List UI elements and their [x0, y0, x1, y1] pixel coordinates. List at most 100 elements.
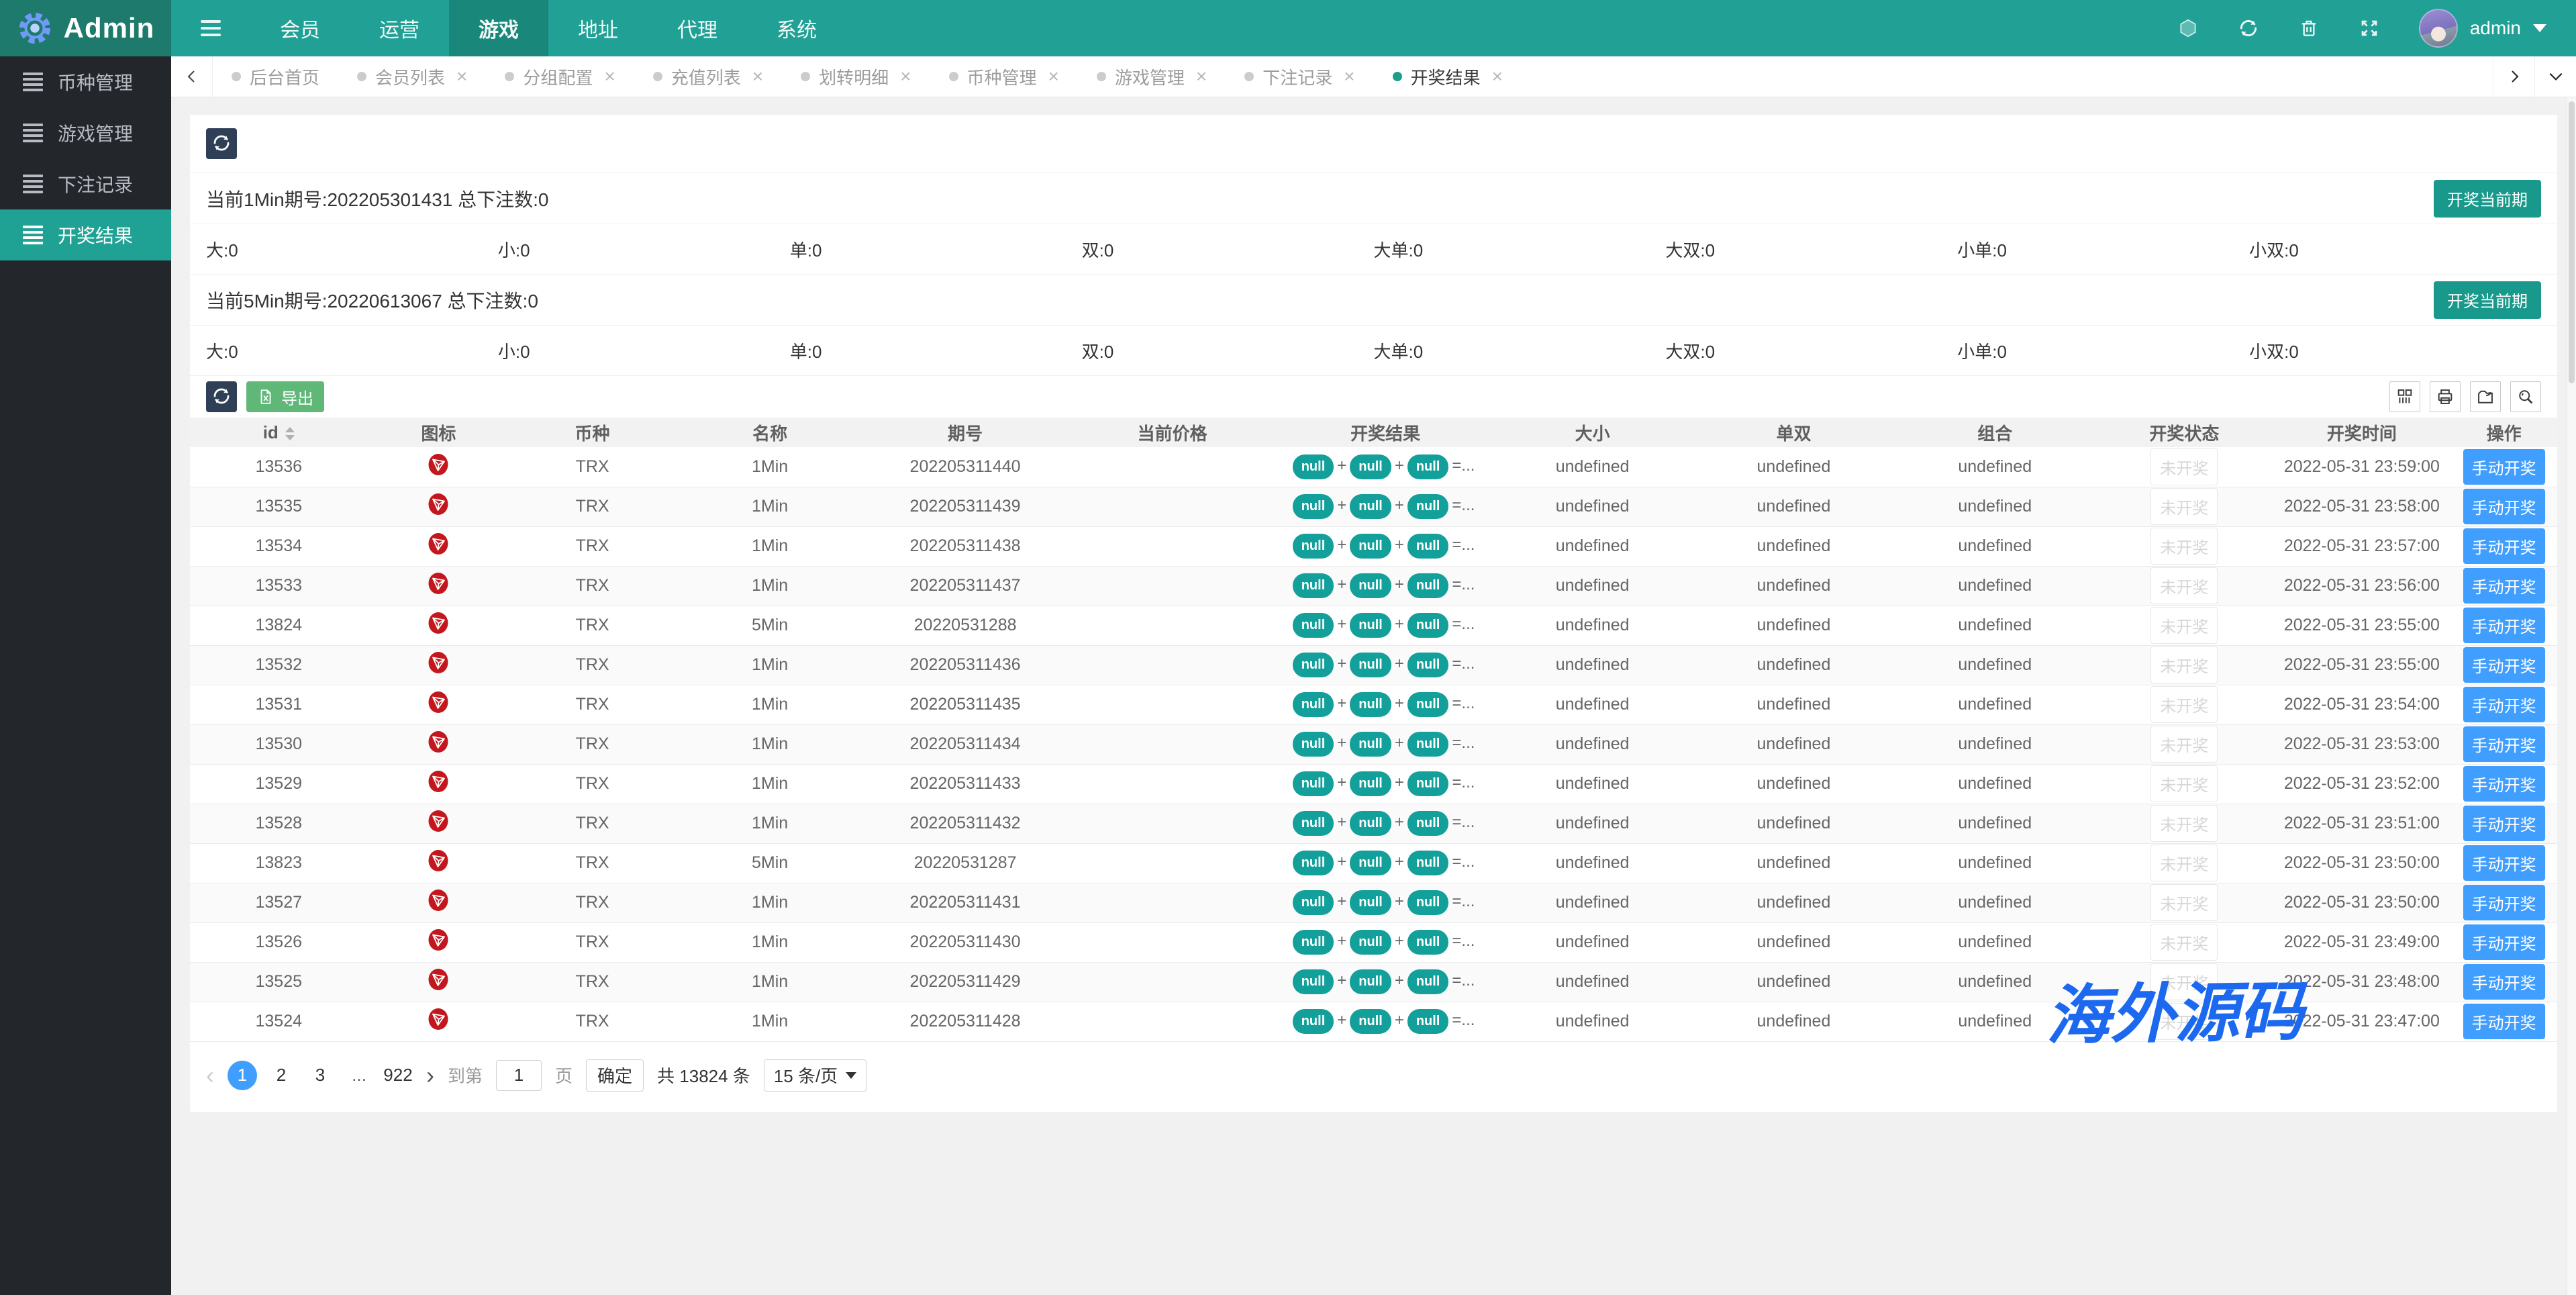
result-badge: null: [1407, 653, 1449, 677]
cell-result: null + null + null =...: [1279, 645, 1492, 685]
page-number[interactable]: 922: [383, 1061, 413, 1090]
sort-icon[interactable]: [285, 426, 295, 440]
trash-icon[interactable]: [2298, 17, 2320, 39]
cell-icon: [367, 764, 510, 804]
sidebar-item-label: 下注记录: [58, 175, 134, 195]
page-number[interactable]: 3: [305, 1061, 335, 1090]
tab[interactable]: 分组配置 ×: [486, 56, 634, 97]
manual-draw-button[interactable]: 手动开奖: [2463, 726, 2545, 762]
tab[interactable]: 后台首页: [213, 56, 338, 97]
language-icon[interactable]: [2177, 17, 2199, 39]
print-button[interactable]: [2430, 381, 2461, 412]
export-data-button[interactable]: [2470, 381, 2501, 412]
tab-close-icon[interactable]: ×: [1048, 67, 1059, 86]
manual-draw-button[interactable]: 手动开奖: [2463, 687, 2545, 722]
manual-draw-button[interactable]: 手动开奖: [2463, 1004, 2545, 1039]
sidebar-item[interactable]: 开奖结果: [0, 209, 171, 260]
plus-sign: +: [1394, 615, 1404, 633]
cell-id: 13533: [190, 566, 368, 606]
manual-draw-button[interactable]: 手动开奖: [2463, 964, 2545, 1000]
scrollbar[interactable]: [2567, 97, 2576, 1295]
cell-name: 1Min: [675, 922, 865, 963]
nav-item-系统[interactable]: 系统: [747, 0, 846, 56]
nav-item-地址[interactable]: 地址: [548, 0, 648, 56]
cell-coin: TRX: [509, 526, 675, 567]
manual-draw-button[interactable]: 手动开奖: [2463, 766, 2545, 802]
page-number[interactable]: 2: [266, 1061, 296, 1090]
scrollbar-thumb[interactable]: [2569, 101, 2575, 383]
sidebar-item[interactable]: 币种管理: [0, 56, 171, 107]
table-header-row: id 图标 币种 名称 期号 当前价格 开奖结果 大小 单双 组合 开奖状态 开奖时间 操作: [190, 418, 2557, 447]
trx-coin-icon: [428, 731, 448, 753]
page-prev-button[interactable]: ‹: [206, 1063, 214, 1088]
tabs-scroll-left-button[interactable]: [171, 56, 213, 97]
page-number[interactable]: 1: [228, 1060, 257, 1090]
manual-draw-button[interactable]: 手动开奖: [2463, 845, 2545, 881]
tabs-menu-button[interactable]: [2534, 56, 2576, 97]
tab-close-icon[interactable]: ×: [900, 67, 911, 86]
manual-draw-button[interactable]: 手动开奖: [2463, 924, 2545, 960]
tab[interactable]: 币种管理 ×: [930, 56, 1078, 97]
nav-item-运营[interactable]: 运营: [350, 0, 449, 56]
refresh-panels-button[interactable]: [206, 128, 237, 159]
manual-draw-button[interactable]: 手动开奖: [2463, 568, 2545, 604]
manual-draw-button[interactable]: 手动开奖: [2463, 448, 2545, 485]
user-menu[interactable]: admin: [2418, 9, 2546, 48]
tab-close-icon[interactable]: ×: [1196, 67, 1207, 86]
nav-item-会员[interactable]: 会员: [250, 0, 350, 56]
col-header-label: 开奖时间: [2326, 423, 2397, 444]
page-size-select[interactable]: 15 条/页: [763, 1059, 867, 1092]
sidebar-collapse-button[interactable]: [171, 0, 250, 56]
manual-draw-button[interactable]: 手动开奖: [2463, 608, 2545, 643]
plus-sign: +: [1337, 773, 1347, 792]
tab-close-icon[interactable]: ×: [752, 67, 763, 86]
goto-page-input[interactable]: [496, 1059, 542, 1091]
refresh-icon[interactable]: [2238, 17, 2259, 39]
tab[interactable]: 游戏管理 ×: [1078, 56, 1226, 97]
tab[interactable]: 充值列表 ×: [634, 56, 782, 97]
draw-current-period-button[interactable]: 开奖当前期: [2434, 281, 2541, 319]
search-button[interactable]: [2510, 381, 2541, 412]
export-button[interactable]: 导出: [246, 381, 324, 412]
tab[interactable]: 下注记录 ×: [1226, 56, 1373, 97]
col-header-issue: 期号: [864, 418, 1066, 447]
list-icon: [23, 175, 43, 193]
manual-draw-button[interactable]: 手动开奖: [2463, 528, 2545, 564]
col-header-label: 图标: [421, 423, 456, 444]
col-header-label: 单双: [1776, 423, 1812, 444]
manual-draw-button[interactable]: 手动开奖: [2463, 806, 2545, 841]
cell-name: 5Min: [675, 606, 865, 646]
tabs-scroll-right-button[interactable]: [2493, 56, 2534, 97]
tab-close-icon[interactable]: ×: [456, 67, 467, 86]
cell-size: undefined: [1491, 447, 1693, 487]
nav-item-游戏[interactable]: 游戏: [449, 0, 548, 56]
tab[interactable]: 会员列表 ×: [338, 56, 486, 97]
sidebar-item[interactable]: 下注记录: [0, 158, 171, 209]
sidebar-item[interactable]: 游戏管理: [0, 107, 171, 158]
nav-item-代理[interactable]: 代理: [648, 0, 747, 56]
cell-time: 2022-05-31 23:47:00: [2273, 1002, 2451, 1042]
tab[interactable]: 划转明细 ×: [782, 56, 930, 97]
columns-filter-button[interactable]: [2389, 381, 2420, 412]
fullscreen-icon[interactable]: [2359, 17, 2380, 39]
col-header-size: 大小: [1491, 418, 1693, 447]
draw-current-period-button[interactable]: 开奖当前期: [2434, 179, 2541, 218]
table-toolbar: 导出: [190, 376, 2557, 418]
tab-close-icon[interactable]: ×: [1344, 67, 1354, 86]
tab-label: 分组配置: [523, 67, 593, 88]
page-content: 当前1Min期号:202205301431 总下注数:0 开奖当前期 大:0 小:…: [171, 97, 2576, 1295]
tab[interactable]: 开奖结果 ×: [1374, 56, 1522, 97]
page-next-button[interactable]: ›: [426, 1063, 434, 1088]
tab-close-icon[interactable]: ×: [1492, 67, 1503, 86]
manual-draw-button[interactable]: 手动开奖: [2463, 647, 2545, 683]
stat-单: 单:0: [789, 240, 822, 260]
stat-大双: 大双:0: [1665, 341, 1716, 362]
col-header-id[interactable]: id: [190, 418, 368, 447]
tab-close-icon[interactable]: ×: [604, 67, 615, 86]
manual-draw-button[interactable]: 手动开奖: [2463, 489, 2545, 524]
refresh-table-button[interactable]: [206, 381, 237, 412]
stat-大: 大:0: [206, 341, 238, 362]
manual-draw-button[interactable]: 手动开奖: [2463, 885, 2545, 920]
cell-combo: undefined: [1894, 883, 2096, 923]
goto-confirm-button[interactable]: 确定: [586, 1059, 644, 1092]
